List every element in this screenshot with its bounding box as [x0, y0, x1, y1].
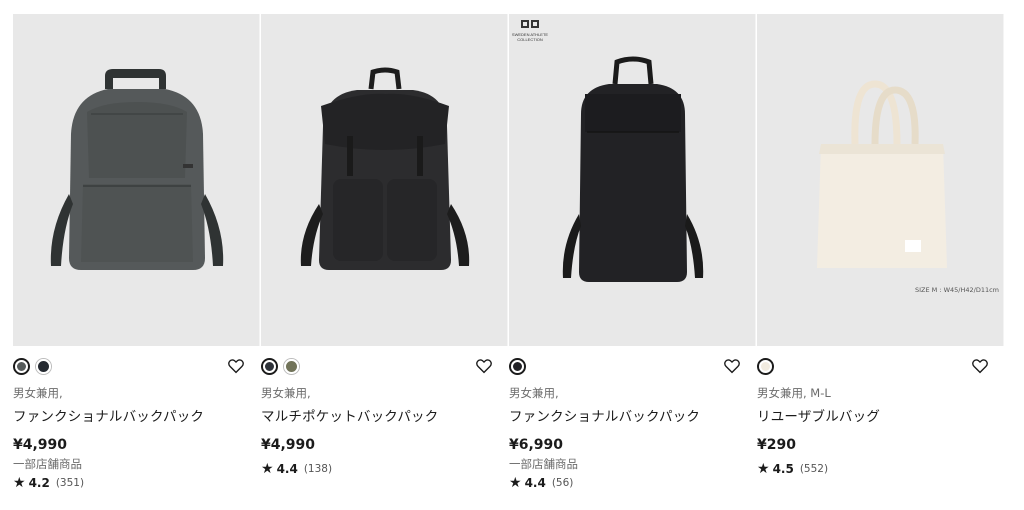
gender-label: 男女兼用,	[509, 386, 559, 400]
color-swatches	[261, 353, 509, 379]
color-swatch[interactable]	[35, 357, 52, 375]
color-swatch[interactable]	[13, 357, 30, 375]
store-note: 一部店舗商品	[13, 457, 82, 471]
rating-score: 4.5	[772, 462, 794, 476]
star-icon: ★	[757, 461, 770, 477]
product-name[interactable]: ファンクショナルバックパック	[509, 405, 757, 425]
rating-score: 4.4	[276, 462, 298, 476]
rating-score: 4.4	[524, 476, 546, 490]
product-image[interactable]: SWEDEN ATHLETE COLLECTION	[509, 14, 756, 346]
product-name[interactable]: ファンクショナルバックパック	[13, 405, 261, 425]
product-price: ¥4,990	[13, 437, 68, 453]
product-card[interactable]: 男女兼用, ファンクショナルバックパック ¥4,990 一部店舗商品 ★ 4.2…	[13, 14, 261, 491]
product-card[interactable]: SWEDEN ATHLETE COLLECTION 男女兼用, ファンクショナル…	[509, 14, 757, 491]
product-card[interactable]: SIZE M : W45/H42/D11cm 男女兼用, M-L リユーザブルバ…	[757, 14, 1005, 491]
star-icon: ★	[509, 475, 522, 491]
gender-label: 男女兼用,	[261, 386, 311, 400]
product-price: ¥4,990	[261, 437, 316, 453]
rating: ★ 4.4 (138)	[261, 461, 509, 477]
heart-outline-icon[interactable]	[971, 357, 989, 375]
heart-outline-icon[interactable]	[475, 357, 493, 375]
product-image[interactable]: SIZE M : W45/H42/D11cm	[757, 14, 1004, 346]
rating-count: (351)	[55, 477, 85, 489]
rating: ★ 4.4 (56)	[509, 475, 757, 491]
product-card[interactable]: 男女兼用, マルチポケットバックパック ¥4,990 ★ 4.4 (138)	[261, 14, 509, 491]
color-swatches	[509, 353, 757, 379]
color-swatches	[13, 353, 261, 379]
product-grid: 男女兼用, ファンクショナルバックパック ¥4,990 一部店舗商品 ★ 4.2…	[13, 14, 1005, 491]
rating-score: 4.2	[28, 476, 50, 490]
product-price: ¥290	[757, 437, 796, 453]
heart-outline-icon[interactable]	[227, 357, 245, 375]
brand-logo	[521, 20, 539, 28]
product-name[interactable]: リユーザブルバッグ	[757, 405, 1005, 425]
product-image[interactable]	[13, 14, 260, 346]
product-image[interactable]	[261, 14, 508, 346]
rating-count: (56)	[551, 477, 574, 489]
color-swatch[interactable]	[283, 357, 300, 375]
rating: ★ 4.2 (351)	[13, 475, 261, 491]
color-swatches	[757, 353, 1005, 379]
rating-count: (552)	[799, 463, 829, 475]
rating-count: (138)	[303, 463, 333, 475]
store-note: 一部店舗商品	[509, 457, 578, 471]
color-swatch[interactable]	[509, 357, 526, 375]
gender-label: 男女兼用, M-L	[757, 386, 831, 400]
rating: ★ 4.5 (552)	[757, 461, 1005, 477]
color-swatch[interactable]	[757, 357, 774, 375]
star-icon: ★	[261, 461, 274, 477]
badge-line-2: COLLECTION	[517, 37, 543, 42]
product-name[interactable]: マルチポケットバックパック	[261, 405, 509, 425]
color-swatch[interactable]	[261, 357, 278, 375]
image-size-caption: SIZE M : W45/H42/D11cm	[915, 286, 999, 294]
star-icon: ★	[13, 475, 26, 491]
gender-label: 男女兼用,	[13, 386, 63, 400]
product-price: ¥6,990	[509, 437, 564, 453]
heart-outline-icon[interactable]	[723, 357, 741, 375]
